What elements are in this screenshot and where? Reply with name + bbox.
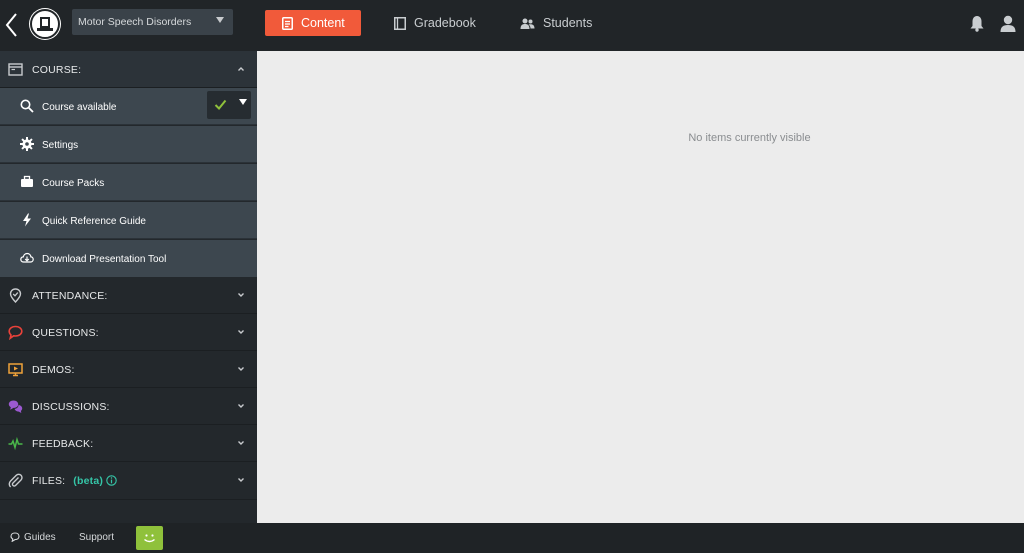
section-files[interactable]: FILES: (beta): [0, 462, 257, 500]
support-link[interactable]: Support: [79, 532, 114, 543]
tab-content[interactable]: Content: [265, 10, 361, 36]
chevron-down-icon: [238, 478, 244, 482]
sidebar: COURSE: Course available Settings Course…: [0, 51, 257, 523]
content-area: No items currently visible: [257, 51, 1024, 523]
cloud-download-icon: [20, 252, 34, 263]
user-icon[interactable]: [1000, 15, 1016, 32]
chevron-down-icon: [238, 441, 244, 445]
info-icon[interactable]: [106, 475, 117, 486]
speech-bubble-icon: [8, 325, 23, 340]
tab-gradebook[interactable]: Gradebook: [394, 10, 476, 36]
files-title-text: FILES:: [32, 475, 66, 487]
app-logo[interactable]: [29, 8, 61, 40]
location-pin-icon: [9, 288, 22, 303]
course-dropdown[interactable]: Motor Speech Disorders: [72, 9, 233, 35]
sidebar-item-settings[interactable]: Settings: [0, 126, 257, 163]
sidebar-item-label: Download Presentation Tool: [42, 254, 167, 265]
people-icon: [520, 18, 535, 29]
back-chevron-icon[interactable]: [4, 12, 20, 38]
guides-link[interactable]: Guides: [10, 532, 56, 543]
tab-students[interactable]: Students: [520, 10, 592, 36]
checkmark-icon: [214, 99, 227, 110]
guides-label: Guides: [24, 532, 56, 543]
section-attendance-title: ATTENDANCE:: [32, 290, 108, 302]
section-discussions-title: DISCUSSIONS:: [32, 401, 110, 413]
feedback-smiley-button[interactable]: [136, 526, 163, 550]
course-name: Motor Speech Disorders: [78, 16, 192, 28]
section-course-title: COURSE:: [32, 64, 82, 76]
search-icon: [20, 99, 34, 113]
tab-content-label: Content: [301, 16, 345, 30]
speech-bubble-icon: [10, 532, 20, 542]
section-demos[interactable]: DEMOS:: [0, 351, 257, 388]
section-feedback-title: FEEDBACK:: [32, 438, 94, 450]
chevron-down-icon: [238, 367, 244, 371]
sidebar-item-label: Course available: [42, 102, 117, 113]
chevron-down-icon: [238, 293, 244, 297]
section-questions-title: QUESTIONS:: [32, 327, 99, 339]
book-icon: [394, 16, 406, 30]
sidebar-item-download-presentation-tool[interactable]: Download Presentation Tool: [0, 240, 257, 277]
sidebar-item-course-packs[interactable]: Course Packs: [0, 164, 257, 201]
chevron-down-icon: [239, 99, 247, 105]
sidebar-item-label: Quick Reference Guide: [42, 216, 146, 227]
pulse-icon: [8, 436, 23, 451]
chat-bubbles-icon: [8, 400, 23, 413]
chevron-down-icon: [216, 17, 224, 23]
section-course[interactable]: COURSE:: [0, 51, 257, 88]
section-feedback[interactable]: FEEDBACK:: [0, 425, 257, 462]
top-bar: Motor Speech Disorders Content Gradebook…: [0, 0, 1024, 51]
sidebar-item-course-available[interactable]: Course available: [0, 88, 257, 125]
chevron-down-icon: [238, 404, 244, 408]
monitor-icon: [8, 363, 23, 377]
sidebar-item-label: Settings: [42, 140, 79, 151]
section-discussions[interactable]: DISCUSSIONS:: [0, 388, 257, 425]
section-demos-title: DEMOS:: [32, 364, 75, 376]
sidebar-item-label: Course Packs: [42, 178, 105, 189]
gear-icon: [20, 137, 34, 151]
bolt-icon: [23, 213, 31, 227]
document-icon: [282, 16, 293, 30]
beta-badge: (beta): [73, 475, 104, 487]
chevron-down-icon: [238, 330, 244, 334]
section-attendance[interactable]: ATTENDANCE:: [0, 277, 257, 314]
bell-icon[interactable]: [970, 15, 984, 32]
availability-toggle[interactable]: [207, 91, 251, 119]
chevron-up-icon: [238, 67, 244, 71]
footer: Guides Support: [0, 523, 1024, 553]
course-icon: [8, 63, 23, 76]
section-files-title: FILES: (beta): [32, 475, 117, 487]
section-questions[interactable]: QUESTIONS:: [0, 314, 257, 351]
briefcase-icon: [21, 175, 33, 187]
paperclip-icon: [8, 473, 23, 488]
logo-icon: [30, 9, 60, 39]
tab-students-label: Students: [543, 16, 593, 30]
empty-state-message: No items currently visible: [688, 132, 811, 144]
sidebar-item-quick-reference-guide[interactable]: Quick Reference Guide: [0, 202, 257, 239]
smiley-icon: [144, 534, 155, 543]
tab-gradebook-label: Gradebook: [414, 16, 476, 30]
